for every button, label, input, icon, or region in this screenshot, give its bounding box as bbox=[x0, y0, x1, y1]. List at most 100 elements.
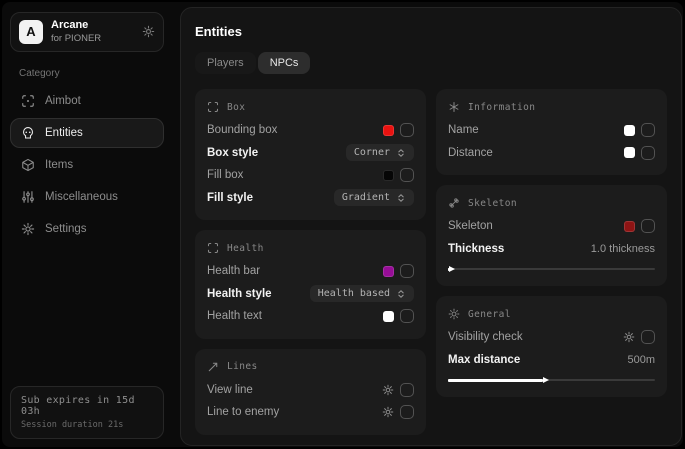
health-text-checkbox[interactable] bbox=[400, 309, 414, 323]
diagonal-line-icon bbox=[207, 361, 219, 373]
page-title: Entities bbox=[195, 24, 667, 39]
sidebar: A Arcane for PIONER Category Aimbot Enti… bbox=[2, 2, 172, 447]
row-label: Max distance bbox=[448, 354, 520, 366]
row-label: Line to enemy bbox=[207, 406, 279, 418]
skull-icon bbox=[21, 126, 35, 140]
name-checkbox[interactable] bbox=[641, 123, 655, 137]
health-bar-checkbox[interactable] bbox=[400, 264, 414, 278]
box-style-row: Box style Corner bbox=[207, 142, 414, 165]
line-to-enemy-row: Line to enemy bbox=[207, 401, 414, 424]
app-window: A Arcane for PIONER Category Aimbot Enti… bbox=[0, 0, 685, 449]
fill-style-dropdown[interactable]: Gradient bbox=[334, 189, 414, 206]
thickness-slider[interactable] bbox=[448, 263, 655, 275]
sidebar-item-entities[interactable]: Entities bbox=[10, 118, 164, 148]
health-card: Health Health bar Health style Health ba… bbox=[195, 230, 426, 339]
visibility-check-checkbox[interactable] bbox=[641, 330, 655, 344]
row-label: Box style bbox=[207, 147, 258, 159]
package-icon bbox=[21, 158, 35, 172]
row-label: Visibility check bbox=[448, 331, 523, 343]
health-style-row: Health style Health based bbox=[207, 283, 414, 306]
fill-box-row: Fill box bbox=[207, 164, 414, 187]
app-subtitle: for PIONER bbox=[51, 33, 101, 45]
card-title: Lines bbox=[227, 361, 258, 372]
max-distance-row: Max distance 500m bbox=[448, 349, 655, 372]
tab-npcs[interactable]: NPCs bbox=[258, 52, 311, 74]
distance-checkbox[interactable] bbox=[641, 146, 655, 160]
gear-icon bbox=[21, 222, 35, 236]
color-swatch[interactable] bbox=[383, 170, 394, 181]
row-label: Distance bbox=[448, 147, 493, 159]
sidebar-item-label: Items bbox=[45, 159, 73, 171]
name-row: Name bbox=[448, 119, 655, 142]
corners-icon bbox=[207, 242, 219, 254]
lines-card: Lines View line Line to enemy bbox=[195, 349, 426, 435]
skeleton-row: Skeleton bbox=[448, 215, 655, 238]
sidebar-item-aimbot[interactable]: Aimbot bbox=[10, 86, 164, 116]
line-to-enemy-checkbox[interactable] bbox=[400, 405, 414, 419]
row-label: Health style bbox=[207, 288, 272, 300]
gear-icon[interactable] bbox=[623, 331, 635, 343]
thickness-row: Thickness 1.0 thickness bbox=[448, 238, 655, 261]
color-swatch[interactable] bbox=[624, 147, 635, 158]
sidebar-item-settings[interactable]: Settings bbox=[10, 214, 164, 244]
bone-icon bbox=[448, 197, 460, 209]
general-card: General Visibility check Max distance 50… bbox=[436, 296, 667, 397]
brand-card: A Arcane for PIONER bbox=[10, 12, 164, 52]
max-distance-value: 500m bbox=[627, 354, 655, 366]
color-swatch[interactable] bbox=[624, 221, 635, 232]
sidebar-item-items[interactable]: Items bbox=[10, 150, 164, 180]
sub-expiry-text: Sub expires in 15d 03h bbox=[21, 395, 153, 417]
skeleton-checkbox[interactable] bbox=[641, 219, 655, 233]
entity-tabs: Players NPCs bbox=[195, 52, 667, 74]
health-style-dropdown[interactable]: Health based bbox=[310, 285, 414, 302]
health-text-row: Health text bbox=[207, 305, 414, 328]
view-line-checkbox[interactable] bbox=[400, 383, 414, 397]
row-label: Health text bbox=[207, 310, 262, 322]
card-title: General bbox=[468, 309, 511, 320]
sidebar-item-miscellaneous[interactable]: Miscellaneous bbox=[10, 182, 164, 212]
color-swatch[interactable] bbox=[383, 125, 394, 136]
row-label: Bounding box bbox=[207, 124, 277, 136]
sidebar-item-label: Aimbot bbox=[45, 95, 81, 107]
box-style-dropdown[interactable]: Corner bbox=[346, 144, 414, 161]
sliders-icon bbox=[21, 190, 35, 204]
max-distance-slider[interactable] bbox=[448, 374, 655, 386]
row-label: Health bar bbox=[207, 265, 260, 277]
caret-up-down-icon bbox=[396, 289, 406, 299]
bounding-box-checkbox[interactable] bbox=[400, 123, 414, 137]
slider-handle[interactable] bbox=[543, 377, 549, 383]
gear-icon[interactable] bbox=[142, 25, 155, 38]
row-label: Skeleton bbox=[448, 220, 493, 232]
main-panel: Entities Players NPCs Box Bounding box bbox=[180, 7, 682, 446]
view-line-row: View line bbox=[207, 379, 414, 402]
session-duration-text: Session duration 21s bbox=[21, 420, 153, 430]
card-title: Box bbox=[227, 102, 245, 113]
box-card: Box Bounding box Box style Corner bbox=[195, 89, 426, 220]
color-swatch[interactable] bbox=[383, 266, 394, 277]
tab-players[interactable]: Players bbox=[195, 52, 256, 74]
fill-style-row: Fill style Gradient bbox=[207, 187, 414, 210]
caret-up-down-icon bbox=[396, 193, 406, 203]
corners-icon bbox=[207, 101, 219, 113]
asterisk-icon bbox=[448, 101, 460, 113]
gear-icon[interactable] bbox=[382, 384, 394, 396]
category-label: Category bbox=[19, 68, 164, 79]
sidebar-item-label: Settings bbox=[45, 223, 87, 235]
fill-box-checkbox[interactable] bbox=[400, 168, 414, 182]
thickness-value: 1.0 thickness bbox=[591, 243, 655, 255]
row-label: Thickness bbox=[448, 243, 504, 255]
row-label: View line bbox=[207, 384, 253, 396]
row-label: Name bbox=[448, 124, 479, 136]
color-swatch[interactable] bbox=[383, 311, 394, 322]
gear-icon[interactable] bbox=[382, 406, 394, 418]
app-name: Arcane bbox=[51, 19, 101, 33]
sun-icon bbox=[448, 308, 460, 320]
color-swatch[interactable] bbox=[624, 125, 635, 136]
card-title: Information bbox=[468, 102, 535, 113]
slider-handle[interactable] bbox=[449, 266, 455, 272]
app-logo: A bbox=[19, 20, 43, 44]
sidebar-item-label: Miscellaneous bbox=[45, 191, 118, 203]
card-title: Skeleton bbox=[468, 198, 517, 209]
sidebar-item-label: Entities bbox=[45, 127, 83, 139]
card-title: Health bbox=[227, 243, 264, 254]
